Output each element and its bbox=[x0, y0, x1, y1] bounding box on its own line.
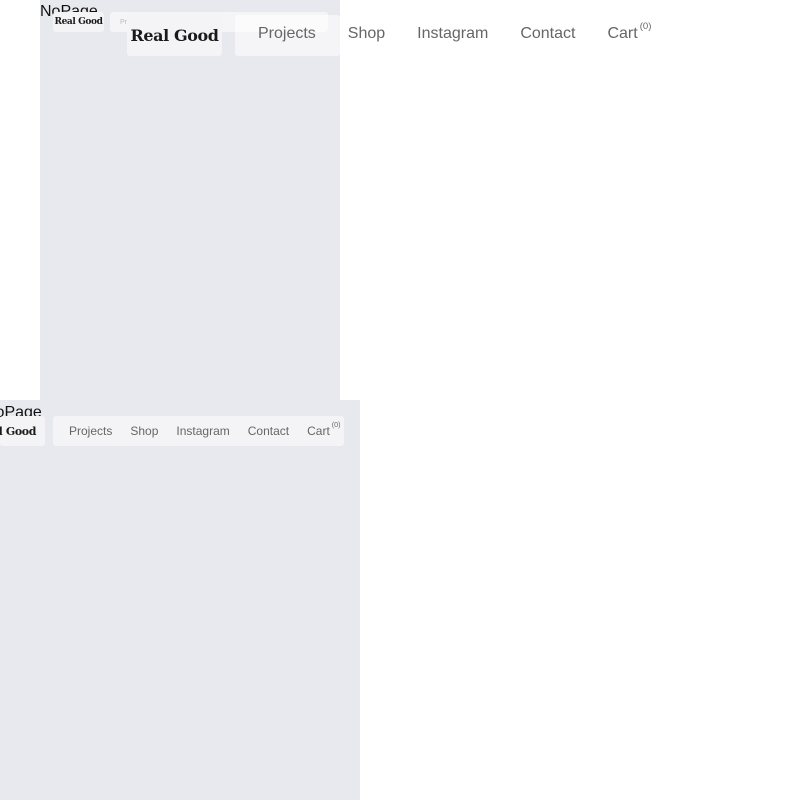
bottom-nav-shop[interactable]: Shop bbox=[130, 424, 158, 438]
bottom-cart-label: Cart bbox=[307, 424, 330, 438]
logo: Real Good bbox=[130, 26, 219, 45]
bottom-nav-projects[interactable]: Projects bbox=[69, 424, 112, 438]
bottom-cart-count: (0) bbox=[331, 420, 341, 429]
cart-count: (0) bbox=[639, 21, 652, 32]
preview-panel-top bbox=[40, 0, 340, 400]
nav-cart[interactable]: Cart (0) bbox=[607, 21, 651, 43]
bottom-nav-contact[interactable]: Contact bbox=[248, 424, 289, 438]
mini-logo: Real Good bbox=[54, 17, 103, 27]
cart-label: Cart bbox=[607, 25, 638, 42]
bottom-nav: Projects Shop Instagram Contact Cart (0) bbox=[69, 420, 341, 438]
nav-instagram[interactable]: Instagram bbox=[417, 25, 488, 43]
main-nav: Projects Shop Instagram Contact Cart (0) bbox=[258, 21, 651, 43]
bottom-nav-cart[interactable]: Cart (0) bbox=[307, 420, 340, 438]
nav-shop[interactable]: Shop bbox=[348, 25, 385, 43]
bottom-logo-pill[interactable]: Real Good bbox=[0, 416, 45, 446]
logo-pill[interactable]: Real Good bbox=[127, 15, 222, 56]
preview-panel-bottom bbox=[0, 400, 360, 800]
bottom-logo: Real Good bbox=[0, 424, 36, 438]
bottom-nav-instagram[interactable]: Instagram bbox=[176, 424, 229, 438]
nav-contact[interactable]: Contact bbox=[520, 25, 575, 43]
nav-projects[interactable]: Projects bbox=[258, 25, 316, 43]
mini-logo-pill[interactable]: Real Good bbox=[53, 12, 104, 32]
